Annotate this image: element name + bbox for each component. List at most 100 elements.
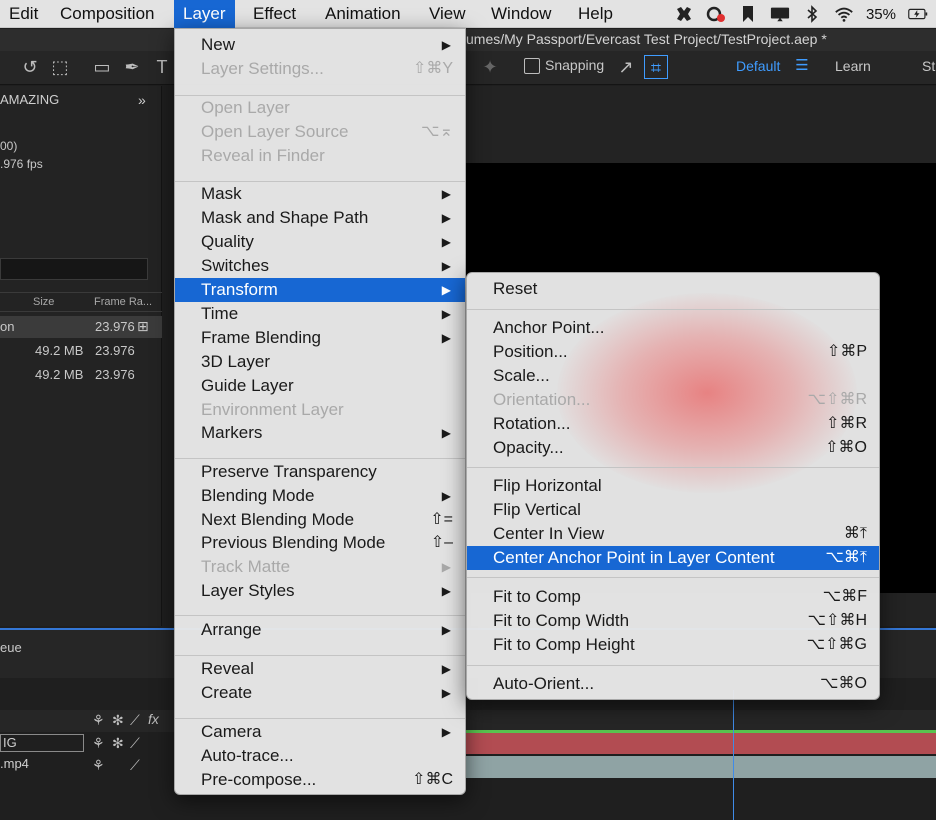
transform-item-reset[interactable]: Reset xyxy=(467,277,879,301)
bookmark-icon[interactable] xyxy=(738,5,758,23)
display-icon[interactable] xyxy=(770,5,790,23)
menu-item-label: New xyxy=(201,35,236,54)
creative-cloud-icon[interactable] xyxy=(706,5,726,23)
transform-item-auto-orient[interactable]: Auto-Orient... ⌥⌘O xyxy=(467,672,879,696)
menu-edit[interactable]: Edit xyxy=(0,0,47,28)
menu-effect[interactable]: Effect xyxy=(244,0,305,28)
snapping-checkbox[interactable] xyxy=(524,58,540,74)
camera-tool-icon[interactable]: ⬚ xyxy=(48,55,72,79)
menu-item-shortcut: ⇧⌘R xyxy=(826,415,867,432)
queue-label: eue xyxy=(0,640,22,655)
menu-item-label: Open Layer xyxy=(201,98,290,117)
layer-menu-item-open-layer-source: Open Layer Source ⌥⌅ xyxy=(175,120,465,144)
playhead[interactable] xyxy=(733,690,734,820)
workspace-standard[interactable]: St xyxy=(922,58,935,74)
layer-menu-item-create[interactable]: Create ▶ xyxy=(175,681,465,705)
layer-menu-item-reveal[interactable]: Reveal ▶ xyxy=(175,657,465,681)
layer-menu-item-next-blending-mode[interactable]: Next Blending Mode ⇧= xyxy=(175,508,465,532)
layer-menu-item-time[interactable]: Time ▶ xyxy=(175,302,465,326)
panel-expand-icon[interactable]: » xyxy=(138,92,146,108)
transform-item-fit-to-comp-height[interactable]: Fit to Comp Height ⌥⇧⌘G xyxy=(467,633,879,657)
menu-item-label: Anchor Point... xyxy=(493,318,605,337)
layer-menu-item-mask[interactable]: Mask ▶ xyxy=(175,182,465,206)
transform-item-position[interactable]: Position... ⇧⌘P xyxy=(467,340,879,364)
layer-menu-item-mask-and-shape-path[interactable]: Mask and Shape Path ▶ xyxy=(175,206,465,230)
workspace-learn[interactable]: Learn xyxy=(835,58,871,74)
layer-menu-item-switches[interactable]: Switches ▶ xyxy=(175,254,465,278)
layer-menu-item-transform[interactable]: Transform ▶ xyxy=(175,278,465,302)
project-row[interactable]: 49.2 MB 23.976 xyxy=(0,364,162,386)
layer-name[interactable]: .mp4 xyxy=(0,756,29,771)
layer-menu-item-pre-compose[interactable]: Pre-compose... ⇧⌘C xyxy=(175,768,465,792)
layer-collapse-icon[interactable]: ✻ xyxy=(112,735,124,752)
layer-menu-item-auto-trace[interactable]: Auto-trace... xyxy=(175,744,465,768)
transform-item-fit-to-comp-width[interactable]: Fit to Comp Width ⌥⇧⌘H xyxy=(467,609,879,633)
layer-menu-item-quality[interactable]: Quality ▶ xyxy=(175,230,465,254)
menu-separator xyxy=(175,181,465,182)
menu-separator xyxy=(467,467,879,468)
project-path-title: umes/My Passport/Evercast Test Project/T… xyxy=(466,31,827,47)
column-size[interactable]: Size xyxy=(33,296,54,308)
menu-window[interactable]: Window xyxy=(482,0,560,28)
transform-item-center-in-view[interactable]: Center In View ⌘⤒ xyxy=(467,522,879,546)
transform-item-scale[interactable]: Scale... xyxy=(467,364,879,388)
layer-track-bar[interactable] xyxy=(466,756,936,778)
menu-view[interactable]: View xyxy=(420,0,475,28)
snap-features-icon[interactable]: ⌗ xyxy=(644,55,668,79)
layer2-quality-icon[interactable]: ⟋ xyxy=(130,757,140,774)
menu-layer[interactable]: Layer xyxy=(174,0,235,28)
menu-separator xyxy=(175,718,465,719)
layer-menu-item-camera[interactable]: Camera ▶ xyxy=(175,720,465,744)
transform-item-flip-horizontal[interactable]: Flip Horizontal xyxy=(467,474,879,498)
project-row[interactable]: on 23.976 ⊞ xyxy=(0,316,162,338)
wifi-icon[interactable] xyxy=(834,5,854,23)
layer-menu-item-3d-layer[interactable]: 3D Layer xyxy=(175,350,465,374)
project-row[interactable]: 49.2 MB 23.976 xyxy=(0,340,162,362)
submenu-arrow-icon: ▶ xyxy=(441,38,451,52)
rectangle-tool-icon[interactable]: ▭ xyxy=(90,55,114,79)
effects-switch-icon[interactable]: fx xyxy=(148,711,159,727)
rotate-tool-icon[interactable]: ↺ xyxy=(18,55,42,79)
layer-quality-icon[interactable]: ⟋ xyxy=(130,735,140,752)
flowchart-icon[interactable]: ⊞ xyxy=(137,318,149,335)
workspace-menu-icon[interactable]: ☰ xyxy=(790,54,814,78)
shy-switch-icon[interactable]: ⚘ xyxy=(92,712,105,729)
layer-menu-item-frame-blending[interactable]: Frame Blending ▶ xyxy=(175,326,465,350)
text-tool-icon[interactable]: T xyxy=(150,55,174,79)
project-search-input[interactable] xyxy=(0,258,148,280)
extension-icon[interactable] xyxy=(674,5,694,23)
collapse-switch-icon[interactable]: ✻ xyxy=(112,712,124,729)
layer-menu-item-arrange[interactable]: Arrange ▶ xyxy=(175,618,465,642)
transform-item-anchor-point[interactable]: Anchor Point... xyxy=(467,316,879,340)
quality-switch-icon[interactable]: ⟋ xyxy=(130,712,140,729)
snap-edges-icon[interactable]: ↗ xyxy=(614,55,638,79)
layer2-shy-icon[interactable]: ⚘ xyxy=(92,757,105,774)
menu-item-label: Flip Horizontal xyxy=(493,476,602,495)
transform-item-center-anchor-point-in-layer-content[interactable]: Center Anchor Point in Layer Content ⌥⌘⤒ xyxy=(467,546,879,570)
puppet-tool-icon[interactable]: ✦ xyxy=(478,55,502,79)
layer-shy-icon[interactable]: ⚘ xyxy=(92,735,105,752)
menu-animation[interactable]: Animation xyxy=(316,0,410,28)
menu-composition[interactable]: Composition xyxy=(51,0,164,28)
layer-menu-item-previous-blending-mode[interactable]: Previous Blending Mode ⇧– xyxy=(175,531,465,555)
layer-name-field[interactable]: IG xyxy=(0,734,84,752)
layer-menu-item-layer-styles[interactable]: Layer Styles ▶ xyxy=(175,579,465,603)
transform-item-fit-to-comp[interactable]: Fit to Comp ⌥⌘F xyxy=(467,585,879,609)
bluetooth-icon[interactable] xyxy=(802,5,822,23)
menu-help[interactable]: Help xyxy=(569,0,622,28)
transform-item-opacity[interactable]: Opacity... ⇧⌘O xyxy=(467,436,879,460)
battery-charging-icon[interactable] xyxy=(908,5,928,23)
workspace-default[interactable]: Default xyxy=(736,58,780,74)
layer-menu-item-guide-layer[interactable]: Guide Layer xyxy=(175,374,465,398)
transform-item-flip-vertical[interactable]: Flip Vertical xyxy=(467,498,879,522)
layer-menu-item-new[interactable]: New ▶ xyxy=(175,33,465,57)
pen-tool-icon[interactable]: ✒ xyxy=(120,55,144,79)
column-frame-rate[interactable]: Frame Ra... xyxy=(94,296,152,308)
layer-menu-item-preserve-transparency[interactable]: Preserve Transparency xyxy=(175,460,465,484)
transform-item-rotation[interactable]: Rotation... ⇧⌘R xyxy=(467,412,879,436)
menu-item-label: Layer Styles xyxy=(201,581,295,600)
layer-menu-item-blending-mode[interactable]: Blending Mode ▶ xyxy=(175,484,465,508)
layer-track-bar[interactable] xyxy=(466,730,936,754)
menu-item-label: Arrange xyxy=(201,620,262,639)
layer-menu-item-markers[interactable]: Markers ▶ xyxy=(175,421,465,445)
